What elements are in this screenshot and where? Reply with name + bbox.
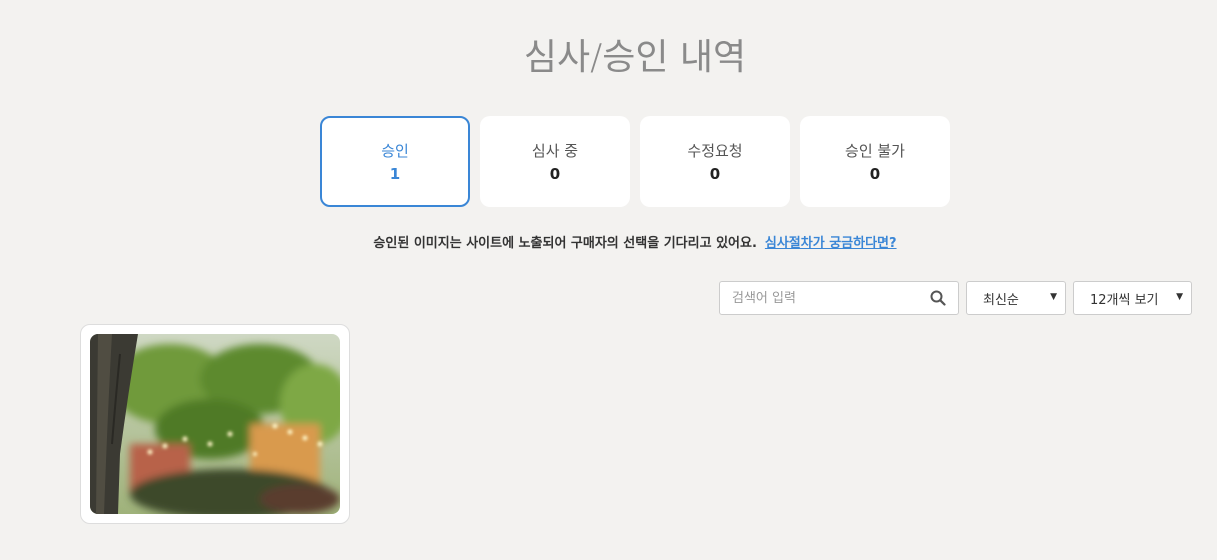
tab-revision-requested[interactable]: 수정요청 0: [640, 116, 790, 207]
page-title: 심사/승인 내역: [523, 37, 747, 78]
page-size-select[interactable]: 12개씩 보기 ▼: [1073, 281, 1192, 315]
tab-label: 승인 불가: [845, 142, 905, 160]
chevron-down-icon: ▼: [1050, 292, 1057, 302]
info-message: 승인된 이미지는 사이트에 노출되어 구매자의 선택을 기다리고 있어요. 심사절…: [0, 232, 1217, 251]
approval-history-page: 심사/승인 내역 승인 1 심사 중 0 수정요청 0 승인 불가 0 승인된 …: [0, 0, 1217, 560]
image-thumbnail[interactable]: [90, 334, 340, 514]
search-icon[interactable]: [930, 290, 946, 306]
status-tabs: 승인 1 심사 중 0 수정요청 0 승인 불가 0: [320, 116, 950, 207]
tab-label: 수정요청: [687, 142, 743, 160]
tab-label: 승인: [381, 142, 409, 160]
tab-count: 0: [549, 165, 561, 183]
chevron-down-icon: ▼: [1176, 292, 1183, 302]
sort-select[interactable]: 최신순 ▼: [966, 281, 1066, 315]
tab-rejected[interactable]: 승인 불가 0: [800, 116, 950, 207]
sort-value: 최신순: [983, 292, 1019, 308]
tab-under-review[interactable]: 심사 중 0: [480, 116, 630, 207]
tab-count: 1: [389, 165, 401, 183]
filter-toolbar: 최신순 ▼ 12개씩 보기 ▼: [719, 281, 1192, 315]
page-size-value: 12개씩 보기: [1090, 292, 1159, 308]
search-box: [719, 281, 959, 315]
tab-label: 심사 중: [531, 142, 579, 160]
review-process-link[interactable]: 심사절차가 궁금하다면?: [765, 236, 897, 251]
tab-count: 0: [709, 165, 721, 183]
info-text: 승인된 이미지는 사이트에 노출되어 구매자의 선택을 기다리고 있어요.: [373, 236, 757, 251]
image-card[interactable]: [80, 324, 350, 524]
tab-approved[interactable]: 승인 1: [320, 116, 470, 207]
search-input[interactable]: [720, 282, 958, 314]
tab-count: 0: [869, 165, 881, 183]
